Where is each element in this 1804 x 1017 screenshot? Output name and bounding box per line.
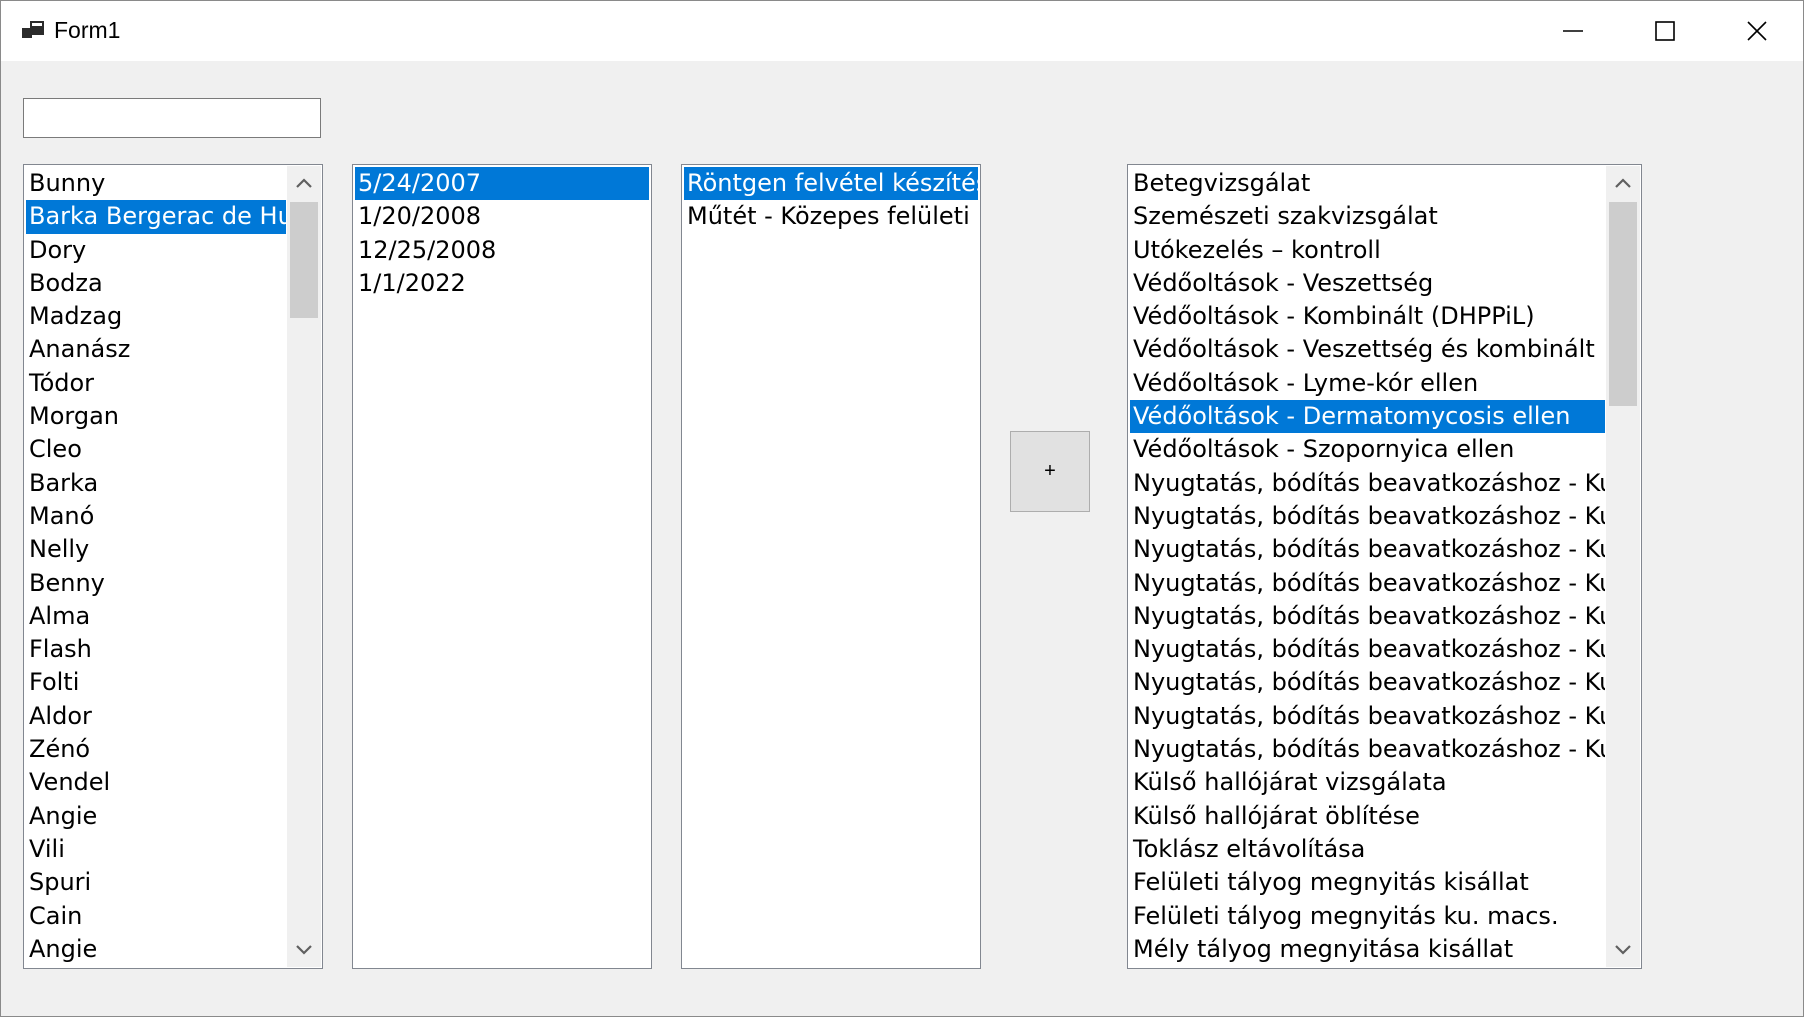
services-list-item[interactable]: Felületi tályog megnyitás ku. macs.: [1130, 900, 1605, 933]
services-list-item[interactable]: Toklász eltávolítása: [1130, 833, 1605, 866]
chevron-down-icon: [1615, 945, 1631, 955]
animals-list-item[interactable]: Zénó: [26, 733, 286, 766]
animals-list-item[interactable]: Angie: [26, 933, 286, 966]
services-scroll-thumb[interactable]: [1609, 202, 1637, 406]
add-button[interactable]: +: [1010, 431, 1090, 512]
services-list-item[interactable]: Szemészeti szakvizsgálat: [1130, 200, 1605, 233]
services-list-item[interactable]: Külső hallójárat vizsgálata: [1130, 766, 1605, 799]
close-button[interactable]: [1711, 1, 1803, 61]
services-scroll-down-button[interactable]: [1606, 933, 1640, 967]
animals-scroll-down-button[interactable]: [287, 933, 321, 967]
dates-listbox[interactable]: 5/24/2007 1/20/2008 12/25/2008 1/1/2022: [352, 164, 652, 969]
animals-list-item[interactable]: Vendel: [26, 766, 286, 799]
animals-scrollbar[interactable]: [287, 166, 321, 967]
services-scroll-up-button[interactable]: [1606, 166, 1640, 200]
app-icon: [22, 21, 44, 38]
close-icon: [1747, 21, 1767, 41]
maximize-button[interactable]: [1619, 1, 1711, 61]
minimize-icon: [1563, 30, 1583, 32]
services-list-item[interactable]: Védőoltások - Veszettség: [1130, 267, 1605, 300]
services-scrollbar[interactable]: [1606, 166, 1640, 967]
services-list-item[interactable]: Utókezelés – kontroll: [1130, 234, 1605, 267]
animals-list-item[interactable]: Tódor: [26, 367, 286, 400]
dates-list-item[interactable]: 1/20/2008: [355, 200, 649, 233]
services-list: Betegvizsgálat Szemészeti szakvizsgálat Ut…: [1130, 167, 1605, 968]
animals-list-item[interactable]: Alma: [26, 600, 286, 633]
services-list-item[interactable]: Nyugtatás, bódítás beavatkozáshoz - Kuty…: [1130, 533, 1605, 566]
animals-list-item[interactable]: Manó: [26, 500, 286, 533]
animals-scroll-thumb[interactable]: [290, 202, 318, 318]
services-list-item[interactable]: Betegvizsgálat: [1130, 167, 1605, 200]
animals-list-item[interactable]: Vili: [26, 833, 286, 866]
chevron-down-icon: [296, 945, 312, 955]
form-window: Form1 Bunny Barka Bergerac de Hu Dory Bodza…: [0, 0, 1804, 1017]
services-list-item[interactable]: Nyugtatás, bódítás beavatkozáshoz - Kuty…: [1130, 733, 1605, 766]
animals-list-item[interactable]: Aldor: [26, 700, 286, 733]
services-list-item[interactable]: Védőoltások - Kombinált (DHPPiL): [1130, 300, 1605, 333]
title-bar[interactable]: Form1: [1, 1, 1803, 61]
animals-listbox[interactable]: Bunny Barka Bergerac de Hu Dory Bodza Madzag…: [23, 164, 323, 969]
services-list-item[interactable]: Védőoltások - Lyme-kór ellen: [1130, 367, 1605, 400]
services-list-item[interactable]: Nyugtatás, bódítás beavatkozáshoz - Kuty…: [1130, 567, 1605, 600]
services-list-item[interactable]: Nyugtatás, bódítás beavatkozáshoz - Kuty…: [1130, 666, 1605, 699]
services-list-item[interactable]: Nyugtatás, bódítás beavatkozáshoz - Kuty…: [1130, 700, 1605, 733]
dates-list-item[interactable]: 1/1/2022: [355, 267, 649, 300]
treatments-list-item[interactable]: Műtét - Közepes felületi tum: [684, 200, 978, 233]
animals-list-item[interactable]: Folti: [26, 666, 286, 699]
animals-list-item[interactable]: Ananász: [26, 333, 286, 366]
maximize-icon: [1655, 21, 1675, 41]
search-input[interactable]: [23, 98, 321, 138]
animals-scroll-up-button[interactable]: [287, 166, 321, 200]
animals-list-item[interactable]: Cleo: [26, 433, 286, 466]
dates-list-item[interactable]: 12/25/2008: [355, 234, 649, 267]
animals-list: Bunny Barka Bergerac de Hu Dory Bodza Madzag…: [26, 167, 286, 968]
services-list-item[interactable]: Mély tályog megnyitása kisállat: [1130, 933, 1605, 966]
animals-list-item[interactable]: Bodza: [26, 267, 286, 300]
services-list-item[interactable]: Nyugtatás, bódítás beavatkozáshoz - Kuty…: [1130, 500, 1605, 533]
animals-list-item[interactable]: Benny: [26, 567, 286, 600]
treatments-list: Röntgen felvétel készítése Műtét - Közepe…: [684, 167, 978, 968]
animals-list-item[interactable]: Nelly: [26, 533, 286, 566]
animals-list-item[interactable]: Cain: [26, 900, 286, 933]
services-list-item[interactable]: Nyugtatás, bódítás beavatkozáshoz - Kuty…: [1130, 467, 1605, 500]
dates-list: 5/24/2007 1/20/2008 12/25/2008 1/1/2022: [355, 167, 649, 968]
animals-list-item[interactable]: Madzag: [26, 300, 286, 333]
animals-list-item[interactable]: Angie: [26, 800, 286, 833]
services-list-item[interactable]: Nyugtatás, bódítás beavatkozáshoz - Kuty…: [1130, 633, 1605, 666]
services-list-item[interactable]: Nyugtatás, bódítás beavatkozáshoz - Kuty…: [1130, 600, 1605, 633]
chevron-up-icon: [296, 178, 312, 188]
services-list-item[interactable]: Védőoltások - Veszettség és kombinált: [1130, 333, 1605, 366]
dates-list-item[interactable]: 5/24/2007: [355, 167, 649, 201]
services-list-item[interactable]: Védőoltások - Dermatomycosis ellen: [1130, 400, 1605, 434]
animals-list-item[interactable]: Spuri: [26, 866, 286, 899]
services-list-item[interactable]: Védőoltások - Szopornyica ellen: [1130, 433, 1605, 466]
window-title: Form1: [54, 17, 121, 43]
animals-list-item[interactable]: Flash: [26, 633, 286, 666]
chevron-up-icon: [1615, 178, 1631, 188]
animals-list-item[interactable]: Dory: [26, 234, 286, 267]
services-list-item[interactable]: Felületi tályog megnyitás kisállat: [1130, 866, 1605, 899]
animals-list-item[interactable]: Barka: [26, 467, 286, 500]
services-list-item[interactable]: Külső hallójárat öblítése: [1130, 800, 1605, 833]
animals-list-item[interactable]: Morgan: [26, 400, 286, 433]
treatments-list-item[interactable]: Röntgen felvétel készítése: [684, 167, 978, 201]
animals-list-item[interactable]: Bunny: [26, 167, 286, 200]
services-listbox[interactable]: Betegvizsgálat Szemészeti szakvizsgálat Ut…: [1127, 164, 1642, 969]
treatments-listbox[interactable]: Röntgen felvétel készítése Műtét - Közepe…: [681, 164, 981, 969]
animals-list-item[interactable]: Barka Bergerac de Hu: [26, 200, 286, 234]
minimize-button[interactable]: [1527, 1, 1619, 61]
